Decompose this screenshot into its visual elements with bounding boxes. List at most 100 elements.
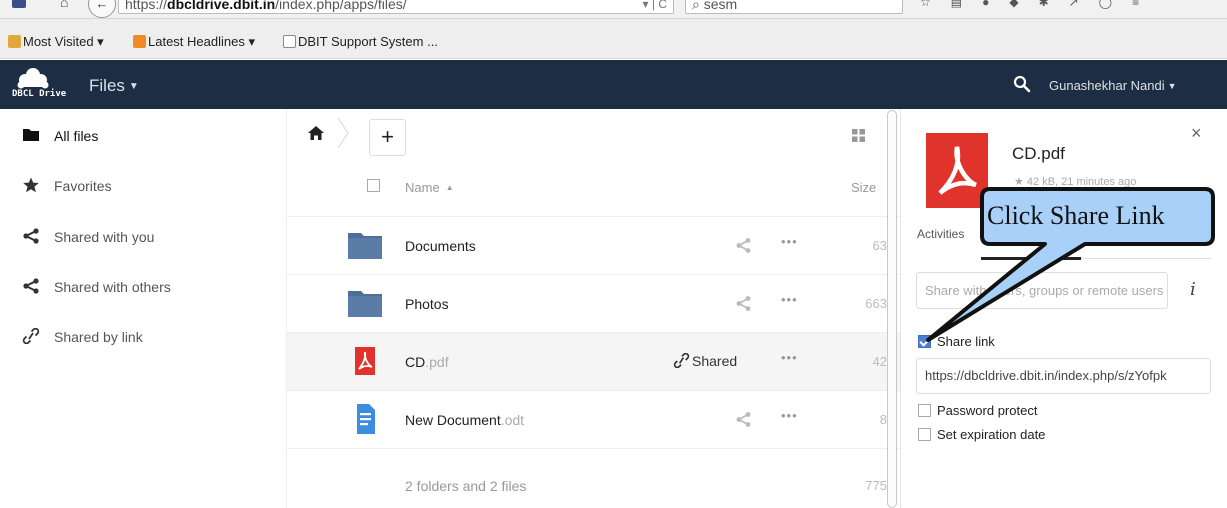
close-icon[interactable]: × — [1191, 123, 1202, 144]
share-with-input[interactable]: Share with users, groups or remote users — [916, 272, 1168, 309]
more-actions-button[interactable]: ••• — [781, 292, 798, 307]
expiration-date-label: Set expiration date — [937, 427, 1046, 442]
shared-label: Shared — [692, 353, 738, 369]
bookmark-latest-headlines[interactable]: Latest Headlines ▾ — [133, 34, 255, 50]
app-header: DBCL Drive Files ▼ Gunashekhar Nandi ▼ — [0, 60, 1227, 109]
link-icon — [673, 352, 690, 369]
info-icon[interactable]: i — [1190, 279, 1196, 300]
share-icon[interactable] — [735, 237, 752, 254]
share-link-label: Share link — [937, 334, 995, 349]
bookmark-dbit-support[interactable]: DBIT Support System ... — [283, 34, 438, 49]
column-header-size[interactable]: Size — [851, 180, 876, 195]
files-controls: + — [287, 109, 900, 159]
more-actions-button[interactable]: ••• — [781, 234, 798, 249]
sidebar-item-shared-with-others[interactable]: Shared with others — [0, 260, 287, 310]
details-sidebar: CD.pdf ★ 42 kB, 21 minutes ago × Activit… — [900, 109, 1227, 508]
file-name[interactable]: New Document.odt — [405, 412, 524, 428]
app-menu-button[interactable]: Files ▼ — [89, 76, 139, 96]
more-actions-button[interactable]: ••• — [781, 350, 798, 365]
user-menu[interactable]: Gunashekhar Nandi ▼ — [1049, 78, 1177, 93]
bookmark-label: Latest Headlines ▾ — [148, 34, 255, 49]
share-icon[interactable] — [735, 411, 752, 428]
page-icon — [283, 35, 296, 48]
folder-icon — [23, 129, 39, 141]
table-row[interactable]: New Document.odt ••• 8 — [287, 391, 900, 449]
file-size: 63 — [872, 238, 887, 253]
select-all-checkbox[interactable] — [367, 179, 380, 192]
back-button[interactable]: ← — [88, 0, 116, 18]
pdf-icon — [938, 146, 978, 195]
folder-icon — [348, 233, 382, 259]
browser-logo-icon — [12, 0, 26, 8]
scrollbar[interactable] — [884, 110, 900, 508]
sidebar-item-favorites[interactable]: Favorites — [0, 159, 287, 209]
password-protect-toggle[interactable]: Password protect — [918, 403, 1037, 418]
file-name-text: CD — [405, 354, 426, 370]
scrollbar-thumb[interactable] — [887, 110, 897, 508]
sidebar-item-label: Shared by link — [54, 329, 143, 345]
share-icon — [23, 278, 39, 294]
password-protect-checkbox[interactable] — [918, 404, 931, 417]
table-row[interactable]: Photos ••• 663 — [287, 275, 900, 333]
share-link-checkbox[interactable] — [918, 335, 931, 348]
column-header-name[interactable]: Name ▲ — [405, 180, 454, 195]
share-link-toggle[interactable]: Share link — [918, 334, 995, 349]
tab-active-indicator — [981, 257, 1081, 260]
folder-icon — [8, 35, 21, 48]
sidebar-nav: All files Favorites Shared with you Shar… — [0, 109, 287, 508]
browser-search-input[interactable]: ⌕ sesm — [685, 0, 903, 14]
sidebar-item-shared-with-you[interactable]: Shared with you — [0, 210, 287, 260]
url-controls[interactable]: ▾ | C — [643, 0, 667, 13]
url-bar[interactable]: https://dbcldrive.dbit.in/index.php/apps… — [118, 0, 674, 14]
file-name[interactable]: Documents — [405, 238, 476, 254]
file-size: 663 — [865, 296, 887, 311]
share-link-url: https://dbcldrive.dbit.in/index.php/s/zY… — [925, 368, 1167, 383]
home-icon[interactable] — [307, 125, 325, 141]
share-link-url-field[interactable]: https://dbcldrive.dbit.in/index.php/s/zY… — [916, 358, 1211, 394]
password-protect-label: Password protect — [937, 403, 1038, 418]
home-icon[interactable]: ⌂ — [60, 0, 68, 10]
file-name-text: Documents — [405, 238, 476, 254]
caret-down-icon: ▼ — [1167, 81, 1177, 91]
sort-ascending-icon: ▲ — [445, 183, 454, 192]
more-actions-button[interactable]: ••• — [781, 408, 798, 423]
breadcrumb-separator-icon — [337, 117, 349, 149]
bookmarks-bar: Most Visited ▾ Latest Headlines ▾ DBIT S… — [0, 19, 1227, 59]
sidebar-item-label: Shared with others — [54, 279, 171, 295]
table-row[interactable]: CD.pdf Shared ••• 42 — [287, 333, 900, 391]
file-thumbnail — [926, 133, 988, 208]
app-name: Files — [89, 76, 125, 95]
file-name[interactable]: CD.pdf — [405, 354, 449, 370]
file-extension: .odt — [500, 412, 525, 428]
rss-icon — [133, 35, 146, 48]
bookmark-most-visited[interactable]: Most Visited ▾ — [8, 34, 104, 50]
toolbar-icons[interactable]: ☆▤●◆✱↗◯≡ — [920, 0, 1159, 9]
sidebar-item-label: Shared with you — [54, 229, 155, 245]
details-meta: ★ 42 kB, 21 minutes ago — [1014, 176, 1137, 188]
app-logo[interactable]: DBCL Drive — [12, 67, 66, 103]
sidebar-item-label: Favorites — [54, 178, 112, 194]
file-size: 42 — [872, 354, 887, 369]
bookmark-label: DBIT Support System ... — [298, 34, 438, 49]
sidebar-item-shared-by-link[interactable]: Shared by link — [0, 310, 287, 360]
share-icon[interactable] — [735, 295, 752, 312]
logo-text: DBCL Drive — [12, 89, 67, 99]
url-path: /index.php/apps/files/ — [275, 0, 407, 12]
sidebar-item-all-files[interactable]: All files — [0, 109, 287, 159]
shared-status-button[interactable]: Shared — [673, 352, 738, 369]
column-label: Name — [405, 180, 440, 195]
expiration-date-checkbox[interactable] — [918, 428, 931, 441]
share-icon — [23, 228, 39, 244]
grid-view-icon[interactable] — [852, 129, 865, 142]
table-row[interactable]: Documents ••• 63 — [287, 217, 900, 275]
url-host: dbcldrive.dbit.in — [167, 0, 276, 12]
cloud-logo-icon — [17, 68, 49, 89]
expiration-date-toggle[interactable]: Set expiration date — [918, 427, 1045, 442]
file-name[interactable]: Photos — [405, 296, 449, 312]
tab-activities[interactable]: Activities — [917, 227, 964, 241]
new-file-button[interactable]: + — [369, 119, 406, 156]
document-icon — [357, 404, 375, 434]
bookmark-label: Most Visited ▾ — [23, 34, 104, 49]
search-icon[interactable] — [1013, 75, 1031, 93]
files-summary-size: 775 — [865, 478, 887, 493]
